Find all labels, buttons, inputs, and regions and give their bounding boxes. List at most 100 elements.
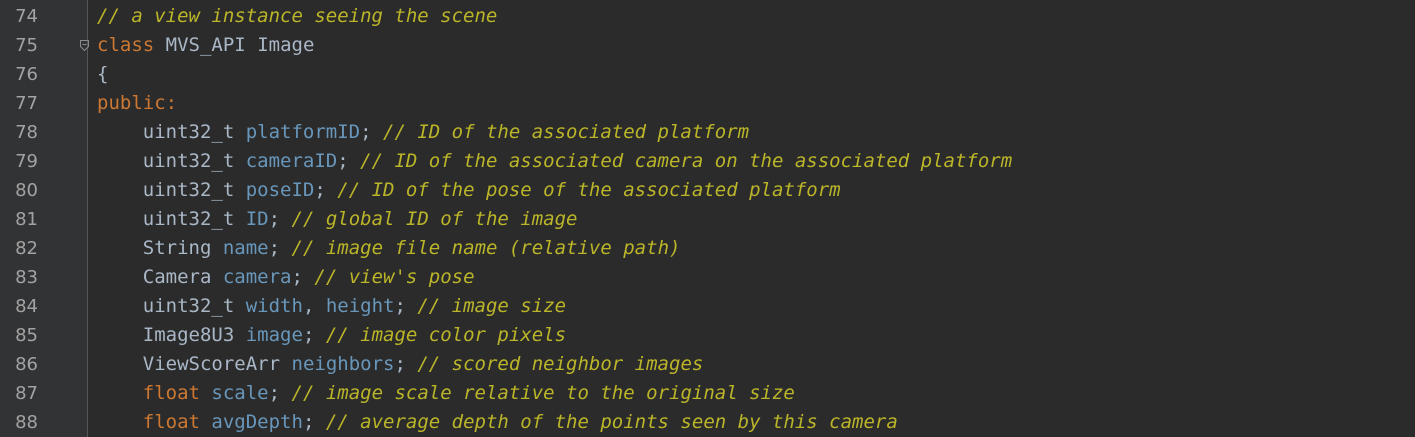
token-cls: Image	[257, 34, 315, 56]
token-member: avgDepth	[211, 411, 303, 433]
code-line[interactable]: 77 public:	[0, 89, 1415, 118]
token-comment: // ID of the pose of the associated plat…	[337, 179, 841, 201]
code-text[interactable]: public:	[97, 89, 177, 118]
code-line[interactable]: 81 uint32_t ID; // global ID of the imag…	[0, 205, 1415, 234]
token-member: neighbors	[291, 353, 395, 375]
token-comment: // image scale relative to the original …	[291, 382, 795, 404]
code-editor[interactable]: 74 // a view instance seeing the scene 75 c…	[0, 0, 1415, 437]
token-comment: // average depth of the points seen by t…	[325, 411, 898, 433]
token-member: platformID	[245, 121, 361, 143]
code-line[interactable]: 87 float scale; // image scale relative …	[0, 379, 1415, 408]
token-type: uint32_t	[142, 208, 235, 230]
line-number[interactable]: 88	[0, 408, 38, 437]
line-number[interactable]: 86	[0, 350, 38, 379]
token-plain: ;	[394, 353, 418, 375]
token-plain: ;	[394, 295, 418, 317]
code-line[interactable]: 86 ViewScoreArr neighbors; // scored nei…	[0, 350, 1415, 379]
code-text[interactable]: uint32_t cameraID; // ID of the associat…	[97, 147, 1012, 176]
token-plain: ;	[302, 411, 326, 433]
code-line[interactable]: 80 uint32_t poseID; // ID of the pose of…	[0, 176, 1415, 205]
token-kw: float	[142, 382, 200, 404]
code-text[interactable]: String name; // image file name (relativ…	[97, 234, 681, 263]
token-member: poseID	[245, 179, 315, 201]
token-type: uint32_t	[142, 121, 235, 143]
token-plain: {	[97, 63, 109, 85]
line-number[interactable]: 74	[0, 2, 38, 31]
code-line[interactable]: 74 // a view instance seeing the scene	[0, 2, 1415, 31]
token-type: uint32_t	[142, 295, 235, 317]
token-plain: ,	[302, 295, 326, 317]
line-number[interactable]: 83	[0, 263, 38, 292]
token-plain: ;	[268, 208, 292, 230]
token-type: String	[142, 237, 212, 259]
line-number[interactable]: 87	[0, 379, 38, 408]
fold-marker-icon[interactable]	[80, 40, 89, 51]
code-text[interactable]: Camera camera; // view's pose	[97, 263, 475, 292]
token-comment: // ID of the associated camera on the as…	[360, 150, 1013, 172]
token-type: uint32_t	[142, 150, 235, 172]
code-line[interactable]: 84 uint32_t width, height; // image size	[0, 292, 1415, 321]
line-number[interactable]: 76	[0, 60, 38, 89]
token-plain: ;	[337, 150, 361, 172]
code-text[interactable]: uint32_t poseID; // ID of the pose of th…	[97, 176, 841, 205]
token-comment: // view's pose	[314, 266, 475, 288]
code-line[interactable]: 85 Image8U3 image; // image color pixels	[0, 321, 1415, 350]
token-member: height	[325, 295, 395, 317]
code-line[interactable]: 76 {	[0, 60, 1415, 89]
token-kw: float	[142, 411, 200, 433]
code-line[interactable]: 88 float avgDepth; // average depth of t…	[0, 408, 1415, 437]
token-type: uint32_t	[142, 179, 235, 201]
code-text[interactable]: ViewScoreArr neighbors; // scored neighb…	[97, 350, 704, 379]
code-line[interactable]: 79 uint32_t cameraID; // ID of the assoc…	[0, 147, 1415, 176]
token-type: ViewScoreArr	[142, 353, 281, 375]
line-number[interactable]: 82	[0, 234, 38, 263]
line-number[interactable]: 85	[0, 321, 38, 350]
token-comment: // image file name (relative path)	[291, 237, 681, 259]
code-line[interactable]: 78 uint32_t platformID; // ID of the ass…	[0, 118, 1415, 147]
code-line[interactable]: 83 Camera camera; // view's pose	[0, 263, 1415, 292]
token-member: cameraID	[245, 150, 338, 172]
token-member: scale	[211, 382, 269, 404]
line-number[interactable]: 81	[0, 205, 38, 234]
token-member: width	[245, 295, 303, 317]
code-line[interactable]: 75 class MVS_API Image	[0, 31, 1415, 60]
code-text[interactable]: class MVS_API Image	[97, 31, 314, 60]
code-text[interactable]: float avgDepth; // average depth of the …	[97, 408, 898, 437]
line-number[interactable]: 75	[0, 31, 38, 60]
code-text[interactable]: // a view instance seeing the scene	[97, 2, 497, 31]
token-comment: // a view instance seeing the scene	[97, 5, 498, 27]
token-plain: ;	[268, 237, 292, 259]
code-text[interactable]: uint32_t width, height; // image size	[97, 292, 566, 321]
line-number[interactable]: 80	[0, 176, 38, 205]
line-number[interactable]: 79	[0, 147, 38, 176]
token-member: image	[245, 324, 303, 346]
line-number[interactable]: 77	[0, 89, 38, 118]
code-text[interactable]: {	[97, 60, 108, 89]
code-text[interactable]: float scale; // image scale relative to …	[97, 379, 795, 408]
line-number[interactable]: 84	[0, 292, 38, 321]
token-kw: public:	[97, 92, 178, 114]
code-line[interactable]: 82 String name; // image file name (rela…	[0, 234, 1415, 263]
line-number[interactable]: 78	[0, 118, 38, 147]
code-text[interactable]: uint32_t ID; // global ID of the image	[97, 205, 578, 234]
token-api: MVS_API	[165, 34, 246, 56]
code-text[interactable]: Image8U3 image; // image color pixels	[97, 321, 566, 350]
code-text[interactable]: uint32_t platformID; // ID of the associ…	[97, 118, 749, 147]
